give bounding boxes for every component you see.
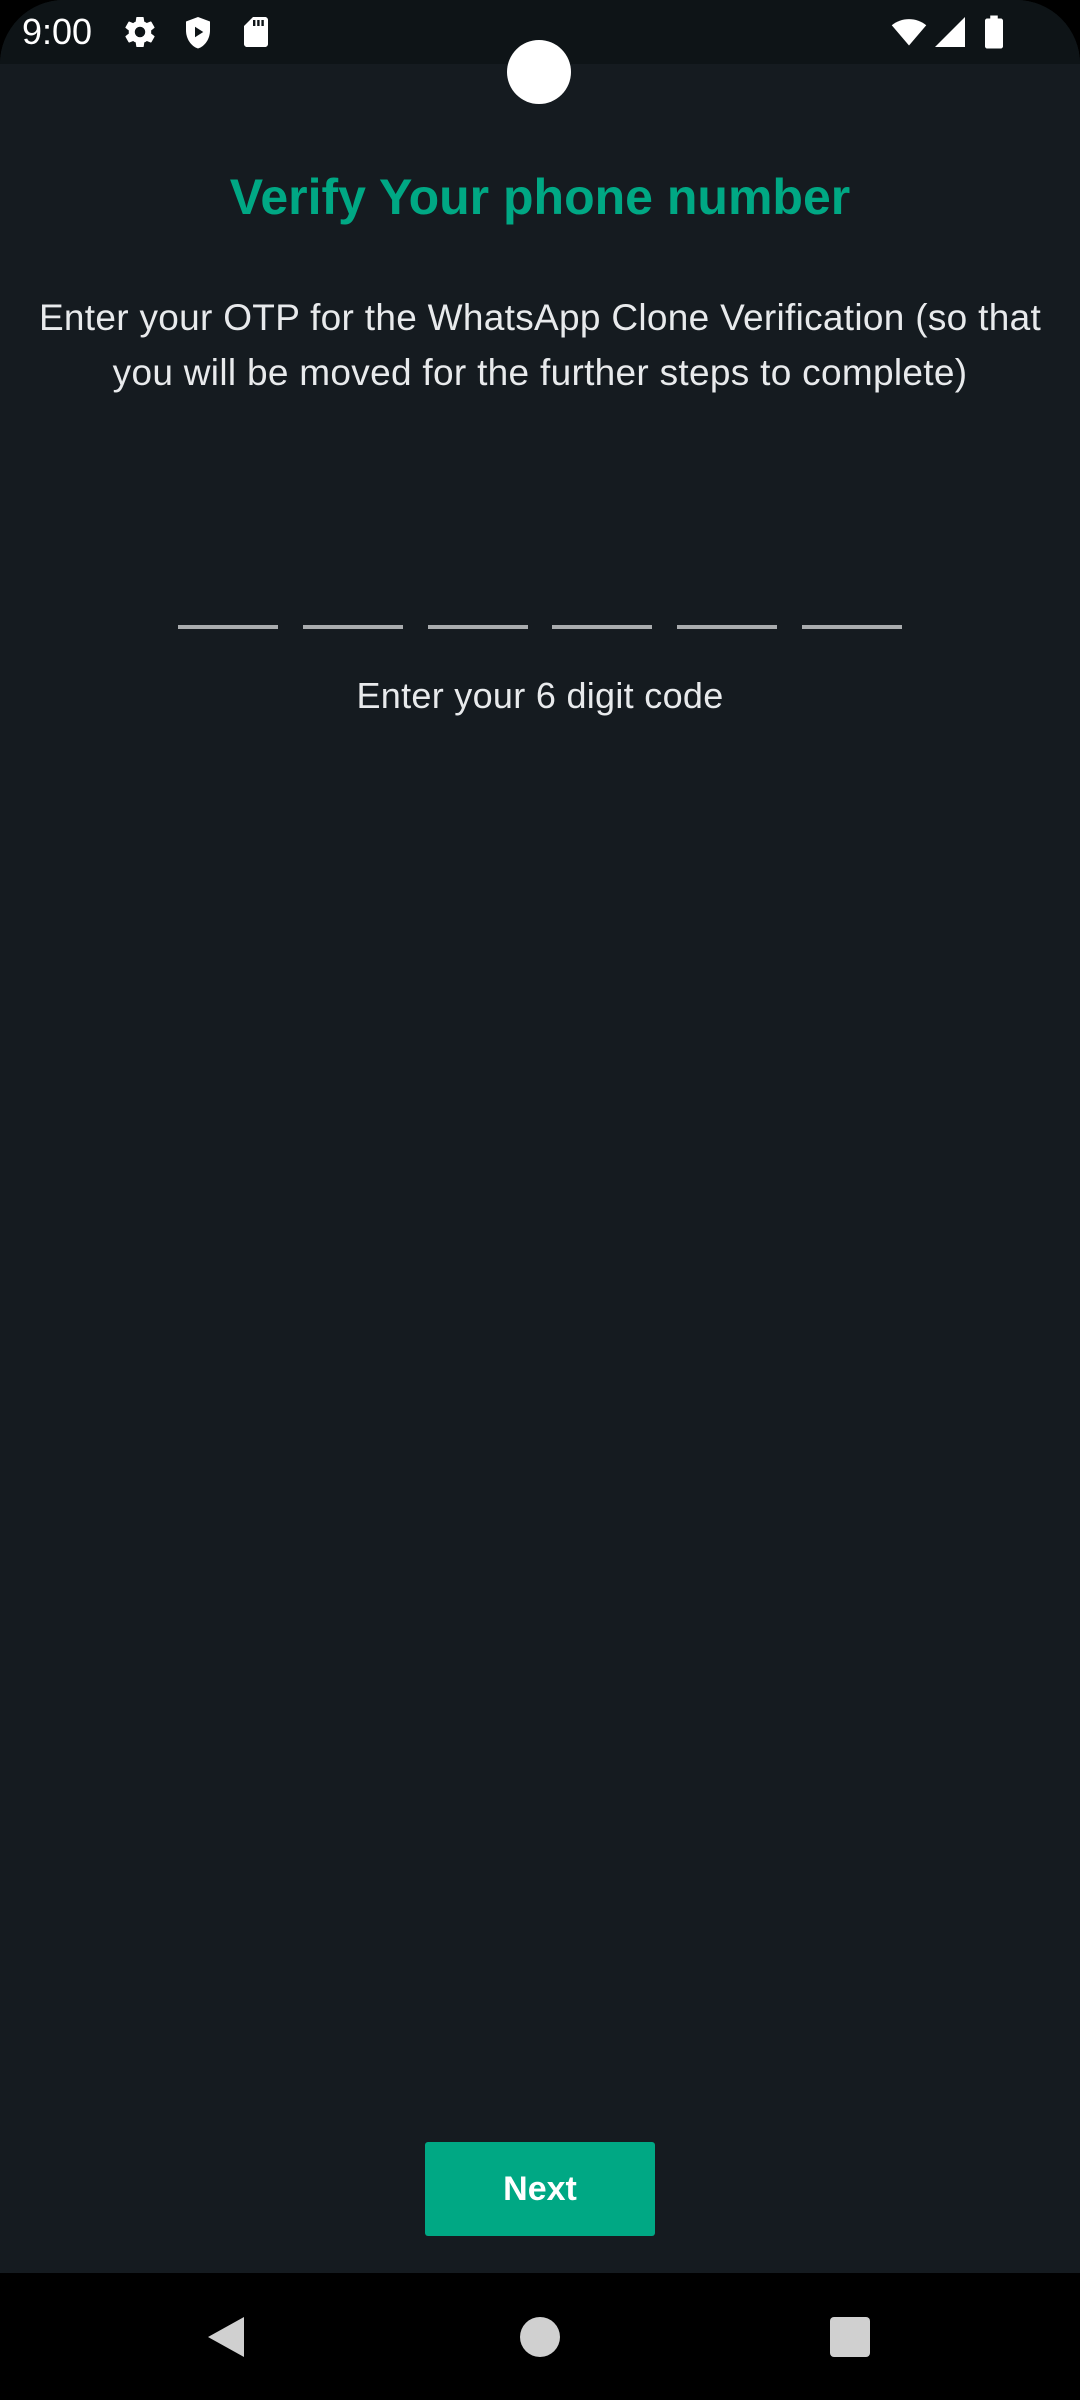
recents-icon[interactable] bbox=[830, 2317, 870, 2357]
back-icon[interactable] bbox=[204, 2313, 248, 2361]
verification-description: Enter your OTP for the WhatsApp Clone Ve… bbox=[38, 297, 1042, 393]
page-title: Verify Your phone number bbox=[229, 169, 851, 225]
wifi-icon bbox=[890, 14, 927, 50]
otp-digit-6[interactable] bbox=[802, 625, 902, 629]
shield-play-icon bbox=[180, 14, 216, 50]
otp-hint: Enter your 6 digit code bbox=[356, 675, 724, 716]
otp-input[interactable] bbox=[178, 625, 902, 635]
otp-digit-1[interactable] bbox=[178, 625, 278, 629]
home-icon[interactable] bbox=[520, 2317, 560, 2357]
battery-icon bbox=[980, 14, 1016, 50]
verify-phone-screen: 9:00 Verify Your phone number Enter your… bbox=[0, 0, 1080, 2400]
signal-icon bbox=[932, 14, 968, 50]
navigation-bar bbox=[0, 2273, 1080, 2400]
otp-digit-3[interactable] bbox=[428, 625, 528, 629]
status-time: 9:00 bbox=[22, 11, 93, 52]
camera-cutout bbox=[507, 40, 571, 104]
next-button[interactable]: Next bbox=[425, 2142, 655, 2236]
otp-digit-5[interactable] bbox=[677, 625, 777, 629]
sd-card-icon bbox=[238, 14, 274, 50]
gear-icon bbox=[122, 14, 158, 50]
otp-digit-2[interactable] bbox=[303, 625, 403, 629]
otp-digit-4[interactable] bbox=[552, 625, 652, 629]
